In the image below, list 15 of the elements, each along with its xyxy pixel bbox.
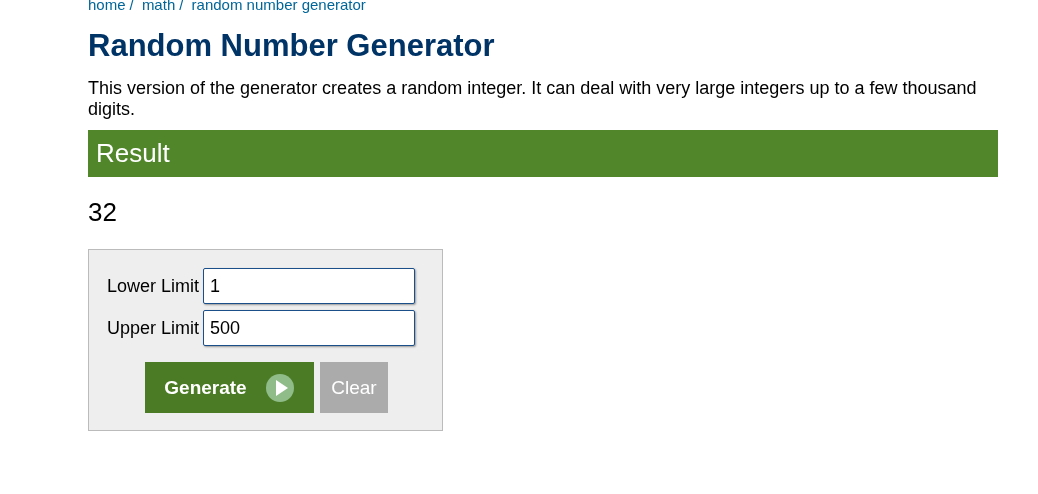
breadcrumb-separator: / xyxy=(179,0,184,13)
description: This version of the generator creates a random integer. It can deal with very large integers up to a few thousand digits. xyxy=(88,78,978,120)
input-field[interactable]: 1 xyxy=(203,268,416,304)
result-value: 32 xyxy=(88,197,118,227)
field-label: Lower Limit xyxy=(107,275,200,297)
result-header: Result xyxy=(88,130,998,177)
breadcrumb-link[interactable]: home xyxy=(88,0,126,13)
field-label: Upper Limit xyxy=(107,317,200,339)
generate-button[interactable]: Generate xyxy=(145,362,314,413)
breadcrumb-link[interactable]: random number generator xyxy=(191,0,366,13)
breadcrumb-link[interactable]: math xyxy=(141,0,176,13)
page-title: Random Number Generator xyxy=(88,27,496,65)
breadcrumb-separator: / xyxy=(129,0,134,13)
play-icon xyxy=(264,372,295,403)
input-field[interactable]: 500 xyxy=(203,310,416,346)
